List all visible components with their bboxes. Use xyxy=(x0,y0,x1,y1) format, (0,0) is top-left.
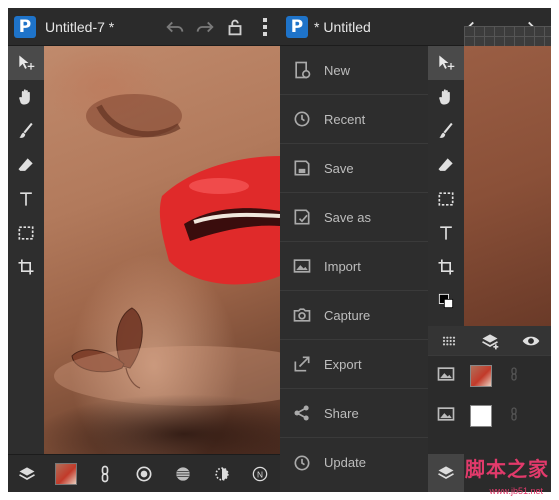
svg-text:N: N xyxy=(257,469,263,479)
brush-icon[interactable] xyxy=(428,114,464,148)
export-icon xyxy=(280,354,324,374)
exposure-icon[interactable] xyxy=(207,459,237,489)
document-title: * Untitled xyxy=(314,18,371,35)
layers-icon[interactable] xyxy=(12,459,42,489)
eraser-icon[interactable] xyxy=(8,148,44,182)
crop-icon[interactable] xyxy=(8,250,44,284)
visibility-eye-icon[interactable] xyxy=(516,326,546,356)
hand-icon[interactable] xyxy=(428,80,464,114)
cursor-arrows-icon[interactable] xyxy=(428,46,464,80)
layer-thumbnail[interactable] xyxy=(470,405,492,427)
file-menu: New Recent Save Save as Import Capture E… xyxy=(280,46,428,492)
menu-item-save[interactable]: Save xyxy=(280,144,428,193)
image-thumbnail[interactable] xyxy=(51,459,81,489)
tool-column xyxy=(8,46,44,454)
add-layer-icon[interactable] xyxy=(475,326,505,356)
lock-icon[interactable] xyxy=(220,12,250,42)
sphere-icon[interactable] xyxy=(168,459,198,489)
share-icon xyxy=(280,403,324,423)
menu-item-save-as[interactable]: Save as xyxy=(280,193,428,242)
photo-canvas[interactable] xyxy=(44,46,280,454)
menu-item-recent[interactable]: Recent xyxy=(280,95,428,144)
watermark: 脚本之家 xyxy=(465,457,549,481)
n-badge-icon[interactable]: N xyxy=(245,459,275,489)
app-logo[interactable]: P xyxy=(14,15,36,38)
layers-icon xyxy=(438,466,454,479)
hand-icon[interactable] xyxy=(8,80,44,114)
left-editor-panel: P Untitled-7 * N xyxy=(8,8,280,492)
document-title: Untitled-7 * xyxy=(45,18,115,35)
photo-canvas-right[interactable] xyxy=(464,46,551,326)
transparency-grid xyxy=(464,26,551,46)
menu-item-capture[interactable]: Capture xyxy=(280,291,428,340)
update-clock-icon xyxy=(280,453,324,473)
right-editor-panel: P * Untitled New Recent Save Save as Imp… xyxy=(280,8,551,492)
text-t-icon[interactable] xyxy=(8,182,44,216)
app-logo[interactable]: P xyxy=(286,15,308,38)
save-as-icon xyxy=(280,207,324,227)
layer-row[interactable] xyxy=(428,356,551,396)
left-bottom-bar: N xyxy=(8,454,280,492)
new-document-icon xyxy=(280,60,324,80)
clock-icon xyxy=(280,109,324,129)
watermark-url: www.jb51.net xyxy=(489,486,543,496)
overflow-menu-icon[interactable] xyxy=(250,12,280,42)
undo-icon[interactable] xyxy=(160,12,190,42)
image-icon xyxy=(436,404,456,429)
menu-item-new[interactable]: New xyxy=(280,46,428,95)
link-icon[interactable] xyxy=(90,459,120,489)
text-t-icon[interactable] xyxy=(428,216,464,250)
left-top-bar: P Untitled-7 * xyxy=(8,8,280,46)
color-swatch-icon[interactable] xyxy=(428,284,464,318)
layer-thumbnail[interactable] xyxy=(470,365,492,387)
portrait-artwork xyxy=(54,94,280,406)
cursor-arrows-icon[interactable] xyxy=(8,46,44,80)
menu-item-share[interactable]: Share xyxy=(280,389,428,438)
image-icon xyxy=(280,256,324,276)
link-icon[interactable] xyxy=(506,404,522,429)
menu-item-update[interactable]: Update xyxy=(280,438,428,487)
crop-icon[interactable] xyxy=(428,250,464,284)
grid-dots-icon[interactable] xyxy=(434,326,464,356)
radial-icon[interactable] xyxy=(129,459,159,489)
save-icon xyxy=(280,158,324,178)
link-icon[interactable] xyxy=(506,364,522,389)
layers-header xyxy=(428,326,551,356)
layer-row[interactable] xyxy=(428,396,551,436)
redo-icon[interactable] xyxy=(190,12,220,42)
layers-toggle-button[interactable] xyxy=(428,454,464,492)
menu-item-export[interactable]: Export xyxy=(280,340,428,389)
menu-item-import[interactable]: Import xyxy=(280,242,428,291)
dashed-rectangle-icon[interactable] xyxy=(8,216,44,250)
eraser-icon[interactable] xyxy=(428,148,464,182)
image-icon xyxy=(436,364,456,389)
camera-icon xyxy=(280,305,324,325)
dashed-rectangle-icon[interactable] xyxy=(428,182,464,216)
brush-icon[interactable] xyxy=(8,114,44,148)
